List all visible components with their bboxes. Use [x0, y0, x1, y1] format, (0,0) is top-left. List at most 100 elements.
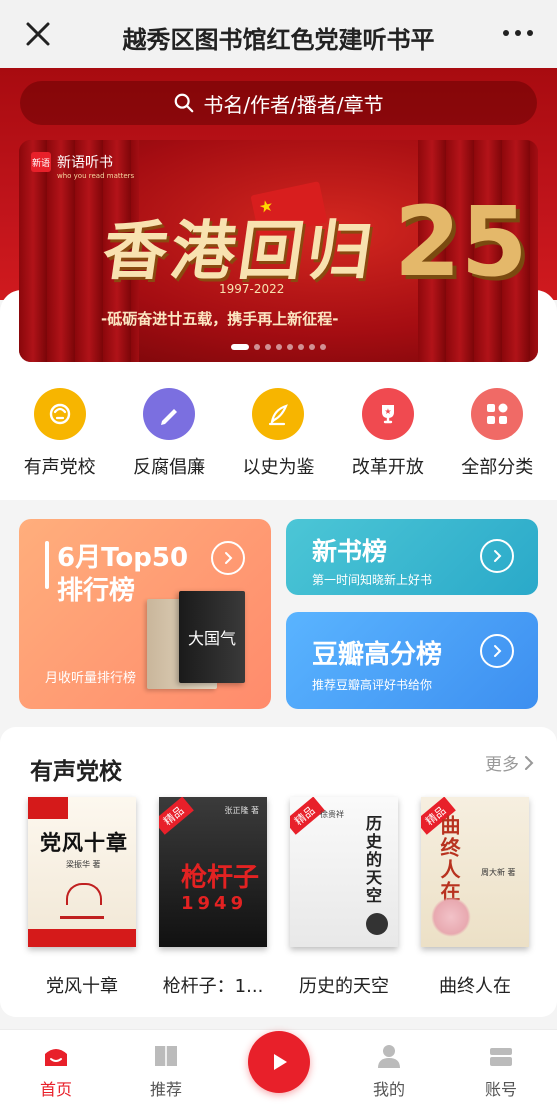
- promo-banner[interactable]: 新语 新语听书 who you read matters ★ 香港回归 1997…: [19, 140, 538, 362]
- cover-year: 1949: [181, 893, 248, 914]
- more-label: 更多: [485, 755, 519, 775]
- cover-band: [28, 929, 136, 947]
- cover-author: 周大新 著: [481, 868, 516, 877]
- carousel-dot[interactable]: [265, 344, 271, 350]
- book-cover[interactable]: 党风十章 梁振华 著: [28, 797, 136, 947]
- book-item[interactable]: 党风十章 梁振华 著 党风十章: [28, 797, 136, 998]
- carousel-dots[interactable]: [19, 344, 538, 350]
- nav-label: 账号: [484, 1080, 517, 1099]
- nav-mine[interactable]: 我的: [349, 1042, 429, 1100]
- carousel-dot[interactable]: [309, 344, 315, 350]
- category-label: 以史为鉴: [242, 457, 315, 478]
- carousel-dot[interactable]: [287, 344, 293, 350]
- cover-title: 党风十章: [40, 830, 128, 855]
- douban-rank-card[interactable]: 豆瓣高分榜 推荐豆瓣高评好书给你: [286, 612, 538, 709]
- chevron-right-icon: [525, 755, 534, 770]
- cover-title: 历史的天空: [363, 815, 382, 905]
- rank-desc: 月收听量排行榜: [45, 671, 137, 686]
- carousel-dot[interactable]: [298, 344, 304, 350]
- cover-title: 枪杆子: [181, 863, 260, 893]
- chevron-right-icon: [211, 541, 245, 575]
- category-row: 有声党校 反腐倡廉 以史为鉴 ★ 改革开放 全部分类: [0, 388, 557, 479]
- book-cover[interactable]: 精品 张正隆 著 枪杆子 1949: [159, 797, 267, 947]
- new-book-rank-card[interactable]: 新书榜 第一时间知晓新上好书: [286, 519, 538, 595]
- rank-title-line1: 6月Top50: [57, 543, 189, 573]
- category-history[interactable]: 以史为鉴: [228, 388, 328, 479]
- search-input[interactable]: 书名/作者/播者/章节: [20, 81, 537, 125]
- brand-name: 新语听书: [57, 155, 113, 171]
- party-school-section: 有声党校 更多 党风十章 梁振华 著 党风十章 精品 张正隆 著 枪杆子 194…: [0, 727, 557, 1017]
- play-icon: [274, 1054, 287, 1070]
- rank-desc: 第一时间知晓新上好书: [312, 573, 433, 587]
- more-dots-icon[interactable]: [503, 30, 533, 36]
- carousel-dot-active[interactable]: [231, 344, 249, 350]
- account-icon: [490, 1048, 512, 1066]
- book-name: 党风十章: [46, 976, 118, 997]
- book-cover-image: 大国气: [179, 591, 245, 683]
- book-cover[interactable]: 精品 曲终人在 周大新 著: [421, 797, 529, 947]
- rank-title-line2: 排行榜: [57, 576, 136, 606]
- book-name: 历史的天空: [299, 976, 389, 997]
- brand: 新语 新语听书 who you read matters: [31, 152, 134, 180]
- carousel-dot[interactable]: [254, 344, 260, 350]
- accent-bar: [45, 541, 49, 589]
- rank-desc: 推荐豆瓣高评好书给你: [312, 678, 433, 692]
- flag-icon: [28, 797, 68, 819]
- party-school-icon: [33, 388, 86, 440]
- category-label: 反腐倡廉: [133, 457, 206, 478]
- banner-years: 1997-2022: [219, 282, 285, 296]
- chevron-right-icon: [480, 634, 514, 668]
- nav-recommend[interactable]: 推荐: [126, 1042, 206, 1100]
- book-name: 枪杆子：1...: [162, 976, 264, 997]
- carousel-dot[interactable]: [320, 344, 326, 350]
- search-icon: [175, 93, 194, 113]
- book-item[interactable]: 精品 曲终人在 周大新 著 曲终人在: [421, 797, 529, 998]
- search-placeholder: 书名/作者/播者/章节: [203, 92, 384, 117]
- category-party-school[interactable]: 有声党校: [10, 388, 110, 479]
- nav-label: 我的: [372, 1080, 405, 1099]
- rank-title: 豆瓣高分榜: [312, 640, 443, 670]
- rank-title: 新书榜: [312, 537, 388, 566]
- cover-author: 梁振华 著: [66, 860, 101, 869]
- category-all[interactable]: 全部分类: [447, 388, 547, 479]
- book-item[interactable]: 精品 徐贵祥 历史的天空 历史的天空: [290, 797, 398, 998]
- quill-icon: [252, 388, 305, 440]
- play-button[interactable]: [248, 1031, 310, 1093]
- seal-icon: [366, 913, 388, 935]
- pen-icon: [143, 388, 196, 440]
- category-anti-corruption[interactable]: 反腐倡廉: [119, 388, 219, 479]
- monthly-rank-card[interactable]: 6月Top50 排行榜 大国气 月收听量排行榜: [19, 519, 271, 709]
- svg-text:★: ★: [384, 407, 391, 416]
- book-name: 曲终人在: [439, 976, 511, 997]
- temple-icon: [60, 883, 104, 919]
- cover-author: 张正隆 著: [224, 806, 259, 815]
- nav-account[interactable]: 账号: [461, 1042, 541, 1100]
- book-icon: [155, 1046, 177, 1066]
- banner-headline: 香港回归: [97, 214, 381, 289]
- category-label: 改革开放: [351, 457, 424, 478]
- top-bar: 越秀区图书馆红色党建听书平: [0, 0, 557, 68]
- book-item[interactable]: 精品 张正隆 著 枪杆子 1949 枪杆子：1...: [159, 797, 267, 998]
- cover-title: 曲终人在: [437, 815, 461, 903]
- nav-label: 首页: [39, 1080, 72, 1099]
- cover-author: 徐贵祥: [320, 810, 344, 819]
- brand-slogan: who you read matters: [57, 172, 135, 180]
- more-link[interactable]: 更多: [485, 750, 535, 775]
- book-cover[interactable]: 精品 徐贵祥 历史的天空: [290, 797, 398, 947]
- brand-logo: 新语: [31, 152, 51, 172]
- carousel-dot[interactable]: [276, 344, 282, 350]
- close-icon[interactable]: [22, 18, 54, 50]
- grid-icon: [471, 388, 524, 440]
- category-reform[interactable]: ★ 改革开放: [338, 388, 438, 479]
- banner-number: 25: [394, 186, 528, 298]
- user-icon: [378, 1045, 400, 1068]
- nav-home[interactable]: 首页: [16, 1042, 96, 1100]
- flower-icon: [431, 897, 471, 937]
- book-list: 党风十章 梁振华 著 党风十章 精品 张正隆 著 枪杆子 1949 枪杆子：1.…: [28, 797, 529, 998]
- nav-label: 推荐: [149, 1080, 182, 1099]
- home-icon: [45, 1049, 67, 1066]
- chevron-right-icon: [480, 539, 514, 573]
- category-label: 全部分类: [461, 457, 534, 478]
- page-title: 越秀区图书馆红色党建听书平: [122, 26, 435, 54]
- banner-subtitle: -砥砺奋进廿五载，携手再上新征程-: [101, 310, 339, 328]
